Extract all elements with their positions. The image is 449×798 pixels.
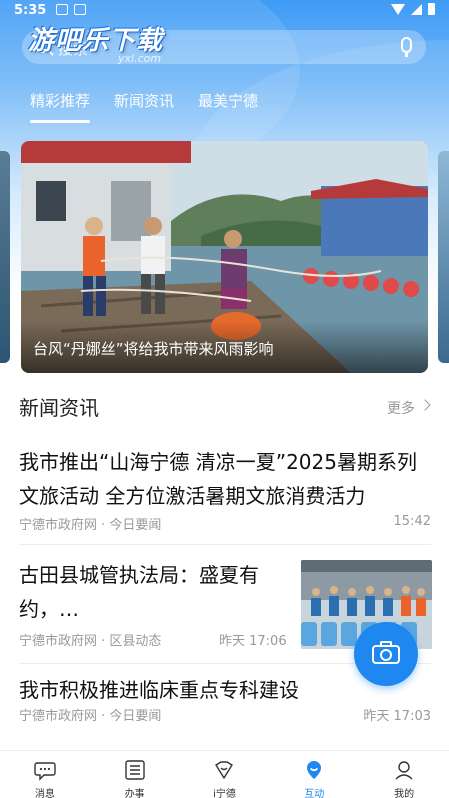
location-pin-icon xyxy=(307,761,322,779)
nav-label: 我的 xyxy=(394,789,415,798)
news-section-header: 新闻资讯 更多 xyxy=(0,388,449,424)
banner-carousel[interactable]: 台风“丹娜丝”将给我市带来风雨影响 xyxy=(0,141,449,373)
nav-i-ningde[interactable]: i宁德 xyxy=(180,751,270,798)
nav-messages[interactable]: 消息 xyxy=(0,751,90,798)
nav-label: 互动 xyxy=(304,789,325,798)
nav-label: 办事 xyxy=(124,789,145,798)
section-title: 新闻资讯 xyxy=(19,396,99,420)
heart-icon xyxy=(215,761,234,779)
tab-news[interactable]: 新闻资讯 xyxy=(114,90,174,123)
news-source: 宁德市政府网 · 今日要闻 xyxy=(19,518,162,533)
camera-lens-icon xyxy=(380,649,392,661)
watermark-logo-sub: yxl.com xyxy=(118,52,162,65)
nav-profile[interactable]: 我的 xyxy=(359,751,449,798)
profile-icon xyxy=(395,761,413,780)
carousel-next-slide[interactable] xyxy=(438,151,449,363)
news-title-line: 我市推出“山海宁德 清凉一夏”2025暑期系列 xyxy=(19,450,417,474)
news-title-line: 古田县城管执法局：盛夏有 xyxy=(19,563,259,587)
news-source: 宁德市政府网 · 今日要闻 xyxy=(19,709,162,724)
news-time: 昨天 17:06 xyxy=(219,634,287,649)
banner-caption: 台风“丹娜丝”将给我市带来风雨影响 xyxy=(33,340,274,358)
bottom-navigation: 消息 办事 i宁德 互动 我的 xyxy=(0,750,449,798)
divider xyxy=(19,544,431,545)
status-time: 5:35 xyxy=(14,3,47,18)
notification-icon xyxy=(74,4,86,15)
nav-label: i宁德 xyxy=(213,789,236,798)
news-time: 15:42 xyxy=(393,514,431,529)
nav-label: 消息 xyxy=(34,789,55,798)
wifi-icon xyxy=(391,3,405,15)
news-title-line: 约，… xyxy=(19,597,79,621)
chat-icon xyxy=(34,762,56,781)
notification-icons xyxy=(56,4,86,15)
tab-recommended[interactable]: 精彩推荐 xyxy=(30,90,91,123)
nav-services[interactable]: 办事 xyxy=(90,751,180,798)
microphone-icon[interactable] xyxy=(401,37,412,57)
chevron-right-icon[interactable] xyxy=(419,399,431,411)
nav-interaction[interactable]: 互动 xyxy=(269,751,359,798)
tab-beautiful-ningde[interactable]: 最美宁德 xyxy=(198,90,258,123)
system-icons xyxy=(391,3,435,15)
top-tabs: 精彩推荐 新闻资讯 最美宁德 xyxy=(30,90,258,123)
news-title-line: 文旅活动 全方位激活暑期文旅消费活力 xyxy=(19,484,366,508)
camera-button[interactable] xyxy=(354,622,418,686)
battery-icon xyxy=(428,3,435,15)
signal-icon xyxy=(411,3,422,15)
news-source: 宁德市政府网 · 区县动态 xyxy=(19,634,162,649)
notification-icon xyxy=(56,4,68,15)
banner-slide[interactable]: 台风“丹娜丝”将给我市带来风雨影响 xyxy=(21,141,428,373)
status-bar: 5:35 xyxy=(0,0,449,22)
news-title-line: 我市积极推进临床重点专科建设 xyxy=(19,678,299,702)
news-time: 昨天 17:03 xyxy=(363,709,431,724)
list-icon xyxy=(124,760,145,780)
more-link[interactable]: 更多 xyxy=(387,398,415,418)
news-list-item[interactable]: 我市推出“山海宁德 清凉一夏”2025暑期系列 文旅活动 全方位激活暑期文旅消费… xyxy=(0,446,449,545)
carousel-prev-slide[interactable] xyxy=(0,151,10,363)
